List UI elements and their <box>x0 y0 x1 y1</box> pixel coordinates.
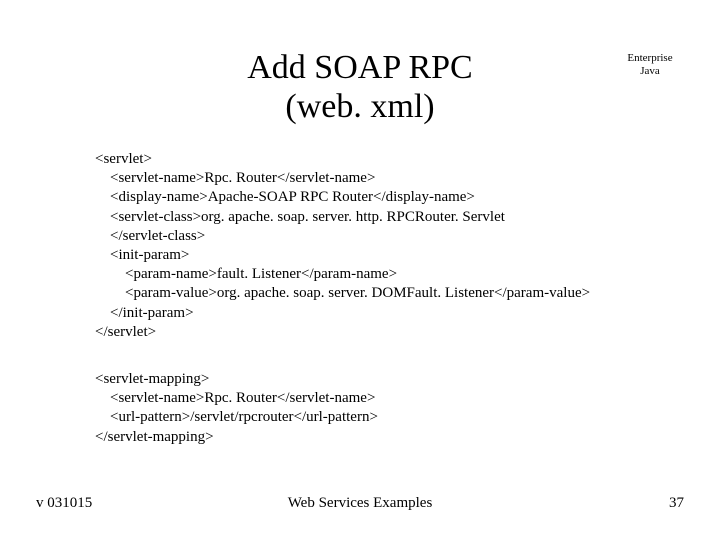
footer-title: Web Services Examples <box>0 495 720 512</box>
slide-title: Add SOAP RPC (web. xml) <box>0 48 720 126</box>
corner-line-2: Java <box>620 65 680 78</box>
slide: Add SOAP RPC (web. xml) Enterprise Java … <box>0 0 720 540</box>
code-block-servlet-mapping: <servlet-mapping> <servlet-name>Rpc. Rou… <box>95 370 670 447</box>
page-number: 37 <box>669 495 684 512</box>
title-line-2: (web. xml) <box>0 87 720 126</box>
corner-label: Enterprise Java <box>620 52 680 77</box>
corner-line-1: Enterprise <box>620 52 680 65</box>
title-line-1: Add SOAP RPC <box>247 49 472 86</box>
code-block-servlet: <servlet> <servlet-name>Rpc. Router</ser… <box>95 150 670 342</box>
